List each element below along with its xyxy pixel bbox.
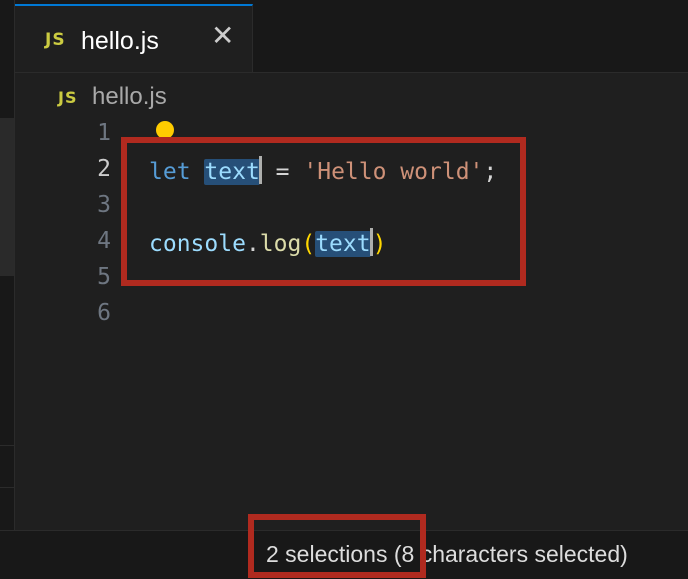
code-highlight-annotation (121, 137, 526, 286)
divider (0, 445, 14, 446)
tab-label: hello.js (81, 27, 159, 55)
line-number: 3 (97, 192, 111, 218)
javascript-file-icon: JS (45, 30, 66, 50)
editor-tab-bar: JS hello.js ✕ (15, 0, 688, 73)
divider (0, 487, 14, 488)
close-icon[interactable]: ✕ (211, 22, 234, 50)
line-number: 6 (97, 300, 111, 326)
left-scrollbar-thumb[interactable] (0, 118, 14, 276)
javascript-file-icon: JS (58, 88, 78, 107)
line-number: 1 (97, 120, 111, 146)
left-gutter-strip (0, 0, 15, 578)
line-number: 5 (97, 264, 111, 290)
line-number-active: 2 (97, 156, 111, 182)
line-number: 4 (97, 228, 111, 254)
tab-hello-js[interactable]: JS hello.js ✕ (15, 4, 253, 72)
breadcrumb-item-file[interactable]: hello.js (92, 83, 167, 111)
status-highlight-annotation (248, 514, 426, 578)
